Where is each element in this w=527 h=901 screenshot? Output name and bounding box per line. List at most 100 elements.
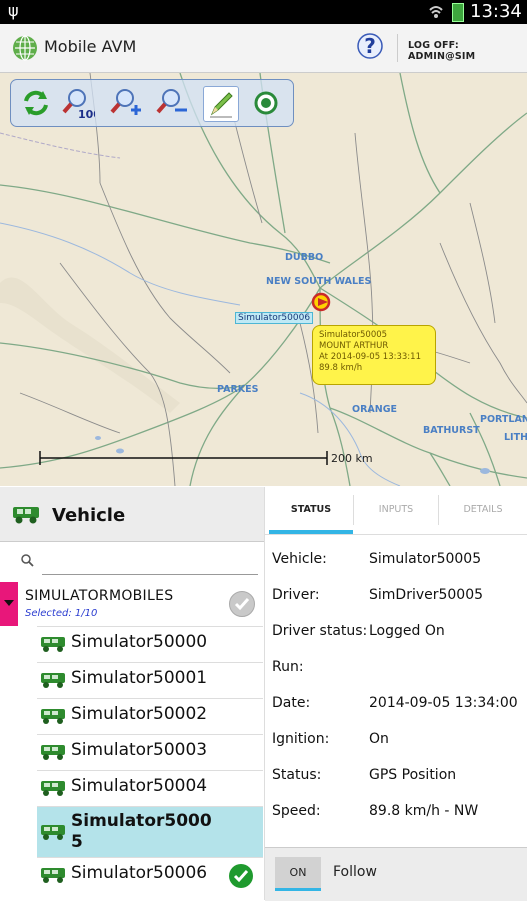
vehicle-name: Simulator50003 — [71, 740, 208, 760]
follow-toggle[interactable]: ON — [275, 857, 321, 891]
action-bar: Mobile AVM ? LOG OFF: ADMIN@SIM — [0, 24, 527, 73]
map-vehicle-label[interactable]: Simulator50006 — [235, 312, 314, 324]
vehicle-icon — [41, 781, 65, 796]
vehicle-icon — [41, 868, 65, 883]
app-title: Mobile AVM — [44, 37, 137, 56]
usb-icon: ψ — [8, 1, 19, 20]
vehicle-icon — [41, 745, 65, 760]
vehicle-row[interactable]: Simulator50002 — [0, 698, 264, 734]
vehicle-icon — [41, 673, 65, 688]
detail-row: Status: GPS Position — [265, 767, 527, 803]
map-view[interactable]: DUBBO NEW SOUTH WALES PARKES ORANGE BATH… — [0, 73, 527, 486]
log-off-button[interactable]: LOG OFF: ADMIN@SIM — [408, 40, 527, 62]
clock: 13:34 — [470, 1, 522, 22]
vehicle-check-icon[interactable] — [229, 864, 253, 888]
map-scale-label: 200 km — [331, 452, 373, 465]
callout-time: At 2014-09-05 13:33:11 — [319, 352, 421, 362]
group-name: SIMULATORMOBILES — [25, 588, 174, 604]
vehicle-name: Simulator50006 — [71, 863, 208, 883]
search-input[interactable] — [42, 550, 258, 575]
vehicle-row[interactable]: Simulator50001 — [0, 662, 264, 698]
zoom-100-label: 100 — [78, 108, 95, 120]
detail-label: Speed: — [272, 803, 321, 819]
vehicle-icon — [41, 637, 65, 652]
vehicle-row[interactable]: Simulator50004 — [0, 770, 264, 806]
locate-icon[interactable] — [249, 86, 283, 120]
zoom-100-icon[interactable]: 100 — [61, 86, 95, 120]
svg-text:?: ? — [364, 34, 376, 58]
follow-bar: ON Follow — [265, 847, 527, 901]
vehicle-callout[interactable]: Simulator50005 MOUNT ARTHUR At 2014-09-0… — [312, 325, 436, 385]
detail-value: SimDriver50005 — [369, 587, 484, 603]
detail-label: Status: — [272, 767, 322, 783]
refresh-icon[interactable] — [19, 86, 53, 120]
group-selected-count: Selected: 1/10 — [25, 608, 98, 619]
vehicle-icon — [41, 709, 65, 724]
callout-speed: 89.8 km/h — [319, 363, 363, 373]
status-bar: ψ 13:34 — [0, 0, 527, 24]
callout-place: MOUNT ARTHUR — [319, 341, 389, 351]
battery-icon — [452, 3, 464, 22]
vehicle-panel-header: Vehicle — [0, 487, 264, 542]
vehicle-panel: Vehicle SIMULATORMOBILES Selected: 1/10 … — [0, 487, 265, 900]
detail-value: Logged On — [369, 623, 445, 639]
tab-details[interactable]: DETAILS — [439, 487, 527, 533]
detail-value: Simulator50005 — [369, 551, 482, 567]
tab-inputs[interactable]: INPUTS — [354, 487, 438, 533]
vehicle-name: Simulator50001 — [71, 668, 208, 688]
map-label-orange: ORANGE — [352, 404, 397, 415]
map-label-lithgow: LITH — [504, 432, 527, 443]
group-expand-toggle[interactable] — [0, 582, 18, 626]
vehicle-row[interactable]: Simulator5000 5 — [0, 806, 264, 857]
vehicle-group[interactable]: SIMULATORMOBILES Selected: 1/10 — [0, 582, 264, 626]
vehicle-row[interactable]: Simulator50006 — [0, 857, 264, 893]
map-label-portland: PORTLAN — [480, 414, 527, 425]
detail-row: Date: 2014-09-05 13:34:00 — [265, 695, 527, 731]
vehicle-row[interactable]: Simulator50003 — [0, 734, 264, 770]
vehicle-name: Simulator50004 — [71, 776, 208, 796]
follow-label: Follow — [333, 864, 377, 880]
detail-row: Vehicle: Simulator50005 — [265, 551, 527, 587]
wifi-icon — [429, 6, 443, 18]
detail-value: GPS Position — [369, 767, 457, 783]
detail-label: Vehicle: — [272, 551, 327, 567]
vehicle-panel-title: Vehicle — [52, 505, 126, 526]
map-label-new-south-wales: NEW SOUTH WALES — [266, 276, 372, 287]
draw-icon[interactable] — [203, 86, 239, 122]
vehicle-name: Simulator50002 — [71, 704, 208, 724]
detail-label: Date: — [272, 695, 311, 711]
vehicle-icon — [41, 824, 65, 840]
detail-label: Ignition: — [272, 731, 330, 747]
tab-status[interactable]: STATUS — [269, 487, 353, 533]
detail-value: 2014-09-05 13:34:00 — [369, 695, 518, 711]
map-label-parkes: PARKES — [217, 384, 259, 395]
detail-label: Driver status: — [272, 623, 368, 639]
details-panel: STATUS INPUTS DETAILS Vehicle: Simulator5… — [265, 487, 527, 901]
action-bar-divider — [397, 34, 398, 62]
detail-row: Speed: 89.8 km/h - NW — [265, 803, 527, 839]
vehicle-name: Simulator50000 — [71, 632, 208, 652]
detail-value: On — [369, 731, 389, 747]
map-toolbar: 100 — [10, 79, 294, 127]
callout-vehicle: Simulator50005 — [319, 330, 388, 340]
map-label-bathurst: BATHURST — [423, 425, 480, 436]
vehicle-row[interactable]: Simulator50000 — [0, 626, 264, 662]
map-label-dubbo: DUBBO — [285, 252, 324, 263]
vehicle-icon — [13, 507, 39, 524]
detail-value: 89.8 km/h - NW — [369, 803, 479, 819]
app-logo-icon — [13, 35, 37, 61]
help-icon[interactable]: ? — [356, 32, 384, 62]
detail-row: Driver status: Logged On — [265, 623, 527, 659]
zoom-in-icon[interactable] — [107, 86, 141, 120]
search-icon — [21, 554, 34, 567]
detail-label: Run: — [272, 659, 304, 675]
zoom-out-icon[interactable] — [153, 86, 187, 120]
tab-divider — [353, 495, 354, 525]
detail-row: Ignition: On — [265, 731, 527, 767]
vehicle-search — [0, 542, 264, 580]
group-check-icon[interactable] — [229, 591, 255, 617]
tab-divider — [438, 495, 439, 525]
vehicle-name: Simulator5000 5 — [71, 811, 212, 852]
tab-bottom-border — [265, 534, 527, 535]
detail-row: Driver: SimDriver50005 — [265, 587, 527, 623]
